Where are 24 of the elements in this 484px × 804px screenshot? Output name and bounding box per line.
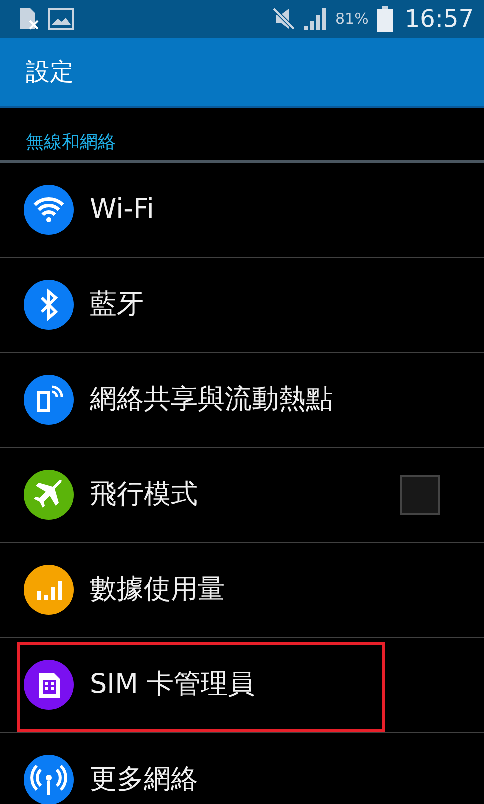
sim-card-icon bbox=[18, 7, 40, 31]
item-label: SIM 卡管理員 bbox=[90, 670, 256, 700]
settings-item[interactable]: 數據使用量 bbox=[0, 543, 484, 638]
checkbox[interactable] bbox=[400, 475, 440, 515]
settings-item[interactable]: 更多網絡 bbox=[0, 733, 484, 804]
settings-item[interactable]: 網絡共享與流動熱點 bbox=[0, 353, 484, 448]
item-label: 更多網絡 bbox=[90, 765, 199, 795]
muted-speaker-icon bbox=[273, 7, 296, 31]
settings-item[interactable]: 飛行模式 bbox=[0, 448, 484, 543]
screen-title: 設定 bbox=[26, 57, 74, 88]
item-label: 藍牙 bbox=[90, 290, 145, 320]
settings-item[interactable]: Wi-Fi bbox=[0, 163, 484, 258]
battery-percent: 81% bbox=[335, 10, 369, 28]
item-label: 數據使用量 bbox=[90, 575, 226, 605]
item-label: Wi-Fi bbox=[90, 195, 156, 225]
battery-icon bbox=[376, 6, 393, 32]
settings-item[interactable]: SIM 卡管理員 bbox=[0, 638, 484, 733]
signal-icon bbox=[303, 7, 328, 31]
section-header: 無線和網絡 bbox=[26, 131, 116, 154]
item-label: 飛行模式 bbox=[90, 480, 199, 510]
image-icon bbox=[48, 8, 74, 30]
item-label: 網絡共享與流動熱點 bbox=[90, 385, 334, 415]
clock: 16:57 bbox=[404, 5, 474, 33]
settings-item[interactable]: 藍牙 bbox=[0, 258, 484, 353]
